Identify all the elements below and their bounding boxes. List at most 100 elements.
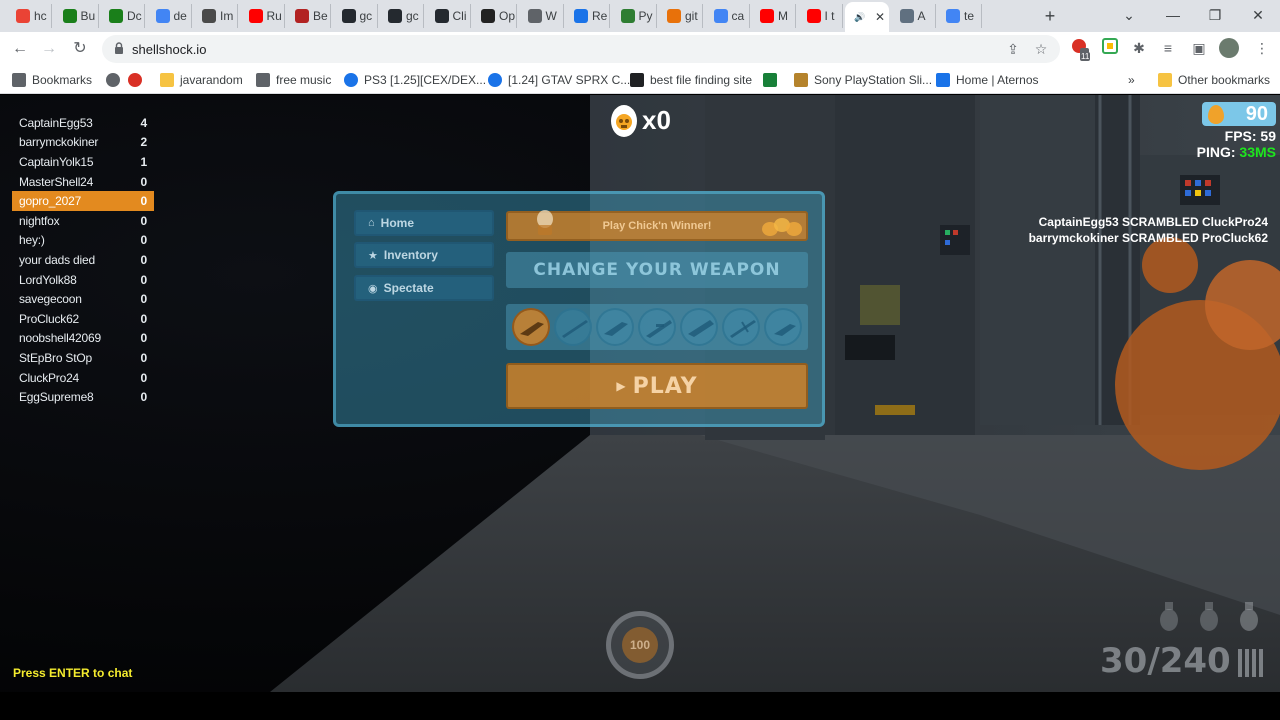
bookmarks-bar: Bookmarks javarandom free music PS3 [1.25][…	[0, 66, 1280, 94]
weapon-slot-assault-rifle[interactable]	[512, 308, 550, 346]
bookmark-label: PS3 [1.25][CEX/DEX...	[364, 73, 487, 87]
weapon-slot-pistol[interactable]	[764, 308, 802, 346]
bookmark-item[interactable]: Sony PlayStation Sli...	[794, 71, 932, 89]
player-score: 0	[140, 390, 148, 405]
tab[interactable]: W	[520, 4, 564, 28]
home-label: Home	[380, 216, 414, 230]
chicknwin-button[interactable]: Play Chick'n Winner!	[506, 210, 808, 241]
tab[interactable]: Be	[287, 4, 331, 28]
tab[interactable]: Dc	[101, 4, 145, 28]
bookmark-item[interactable]: Home | Aternos	[936, 71, 1039, 89]
pistol-icon	[774, 324, 796, 336]
tab-title: git	[685, 9, 698, 23]
player-name: ProCluck62	[19, 311, 80, 326]
tab-title: Py	[638, 9, 653, 23]
new-tab-button[interactable]: +	[1040, 6, 1060, 26]
scoreboard-row: ProCluck62 0	[12, 309, 154, 329]
play-button[interactable]: ▶ PLAY	[506, 363, 808, 409]
scoreboard-row: LordYolk88 0	[12, 270, 154, 290]
tab[interactable]: M	[752, 4, 796, 28]
tab[interactable]: ca	[706, 4, 750, 28]
weapon-slot-crossbow[interactable]	[722, 308, 760, 346]
bookmark-item[interactable]: free music	[256, 71, 331, 89]
player-score: 2	[140, 135, 148, 150]
scoreboard-row: savegecoon 0	[12, 289, 154, 309]
other-bookmarks-folder[interactable]: Other bookmarks	[1158, 71, 1270, 89]
tab[interactable]: Re	[566, 4, 610, 28]
share-icon[interactable]: ⇪	[1004, 40, 1022, 58]
tab[interactable]: hc	[8, 4, 52, 28]
game-viewport[interactable]: CaptainEgg53 4 barrymckokiner 2 CaptainYolk1…	[0, 95, 1280, 692]
tab[interactable]: Ru	[241, 4, 285, 28]
back-button[interactable]: ←	[9, 38, 31, 60]
bookmark-item[interactable]	[106, 71, 126, 89]
tab[interactable]: gc	[380, 4, 424, 28]
menu-kebab-icon[interactable]: ⋮	[1252, 38, 1272, 58]
bookmark-item[interactable]: [1.24] GTAV SPRX C...	[488, 71, 630, 89]
restore-button[interactable]: ❐	[1200, 4, 1230, 26]
chat-hint: Press ENTER to chat	[13, 666, 133, 680]
weapon-slot-smg[interactable]	[596, 308, 634, 346]
ping-value: 33MS	[1239, 144, 1276, 160]
close-window-button[interactable]: ✕	[1243, 4, 1273, 26]
scoreboard-row: hey:) 0	[12, 231, 154, 251]
reading-list-icon[interactable]: ≡	[1158, 38, 1178, 58]
tab-search-button[interactable]: ⌄	[1114, 4, 1144, 26]
weapon-slot-rpg[interactable]	[680, 308, 718, 346]
side-panel-icon[interactable]: ▣	[1189, 38, 1209, 58]
home-button[interactable]: ⌂ Home	[354, 210, 494, 236]
player-score: 0	[140, 272, 148, 287]
inventory-button[interactable]: ★ Inventory	[354, 242, 494, 268]
extensions-puzzle-icon[interactable]: ✱	[1129, 38, 1149, 58]
favicon-icon	[434, 9, 449, 23]
bookmark-item[interactable]: Bookmarks	[12, 71, 92, 89]
favicon-icon	[388, 9, 402, 23]
egg-skull-icon	[611, 105, 637, 137]
forward-button[interactable]: →	[38, 38, 60, 60]
close-tab-icon[interactable]: ✕	[875, 10, 885, 24]
bookmark-star-icon[interactable]: ☆	[1032, 40, 1050, 58]
reload-button[interactable]: ↻	[69, 38, 91, 60]
bookmark-item[interactable]	[763, 71, 783, 89]
profile-avatar[interactable]	[1219, 38, 1239, 58]
star-icon	[12, 73, 26, 87]
favicon-icon	[295, 9, 309, 23]
tab[interactable]: te	[938, 4, 982, 28]
egg-count: 90	[1245, 102, 1268, 125]
scoreboard-row: barrymckokiner 2	[12, 133, 154, 153]
spectate-button[interactable]: ◉ Spectate	[354, 275, 494, 301]
tab[interactable]: de	[148, 4, 192, 28]
tab[interactable]: Py	[613, 4, 657, 28]
tab[interactable]: A	[892, 4, 936, 28]
tab[interactable]: I t	[799, 4, 843, 28]
tab[interactable]: Cli	[427, 4, 471, 28]
player-name: MasterShell24	[19, 174, 94, 189]
app-icon	[763, 73, 777, 87]
tab[interactable]: Bu	[55, 4, 99, 28]
tab[interactable]: gc	[334, 4, 378, 28]
bookmark-item[interactable]: best file finding site	[630, 71, 752, 89]
scoreboard-row: StEpBro StOp 0	[12, 348, 154, 368]
bookmark-item[interactable]: PS3 [1.25][CEX/DEX...	[344, 71, 486, 89]
tab[interactable]: Op	[473, 4, 517, 28]
player-score: 0	[140, 174, 148, 189]
bookmark-item[interactable]	[128, 71, 148, 89]
tab-strip: hc Bu Dc de Im Ru Be gc gc Cli Op W Re Py git ca M I t 🔊 ✕ A…	[0, 0, 1280, 32]
tab[interactable]: Im	[194, 4, 238, 28]
tab-active[interactable]: 🔊 ✕	[845, 2, 889, 32]
extension-colorful-icon[interactable]	[1100, 38, 1120, 58]
tab[interactable]: git	[659, 4, 703, 28]
scoreboard-row-self: gopro_2027 0	[12, 191, 154, 211]
crossbow-icon	[730, 320, 756, 338]
weapon-slot-shotgun[interactable]	[554, 308, 592, 346]
bookmarks-overflow-button[interactable]: »	[1128, 71, 1135, 89]
address-bar[interactable]: shellshock.io ⇪ ☆	[102, 35, 1060, 63]
bookmark-item[interactable]: javarandom	[160, 71, 243, 89]
kill-feed-entry: CaptainEgg53 SCRAMBLED CluckPro24	[1038, 215, 1268, 229]
minimize-button[interactable]: —	[1158, 4, 1188, 26]
extension-badge: 11	[1080, 52, 1091, 61]
weapon-slot-sniper[interactable]	[638, 308, 676, 346]
player-name: gopro_2027	[19, 194, 82, 209]
scoreboard-row: EggSupreme8 0	[12, 387, 154, 407]
player-score: 0	[140, 350, 148, 365]
